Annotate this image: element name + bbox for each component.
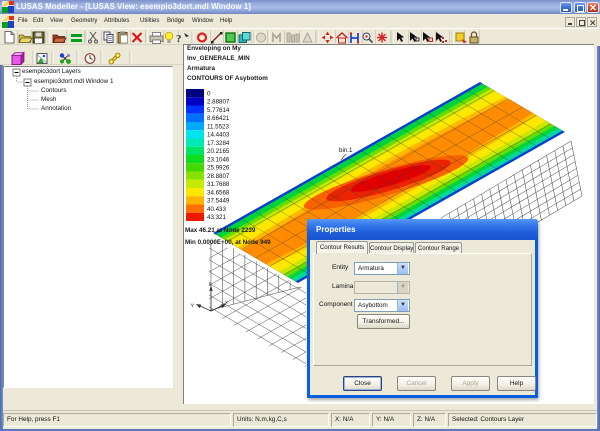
svg-text:x: x <box>225 300 228 306</box>
svg-text:bin.1: bin.1 <box>339 147 353 154</box>
svg-text:z: z <box>209 282 212 288</box>
svg-text:Y: Y <box>191 304 195 310</box>
